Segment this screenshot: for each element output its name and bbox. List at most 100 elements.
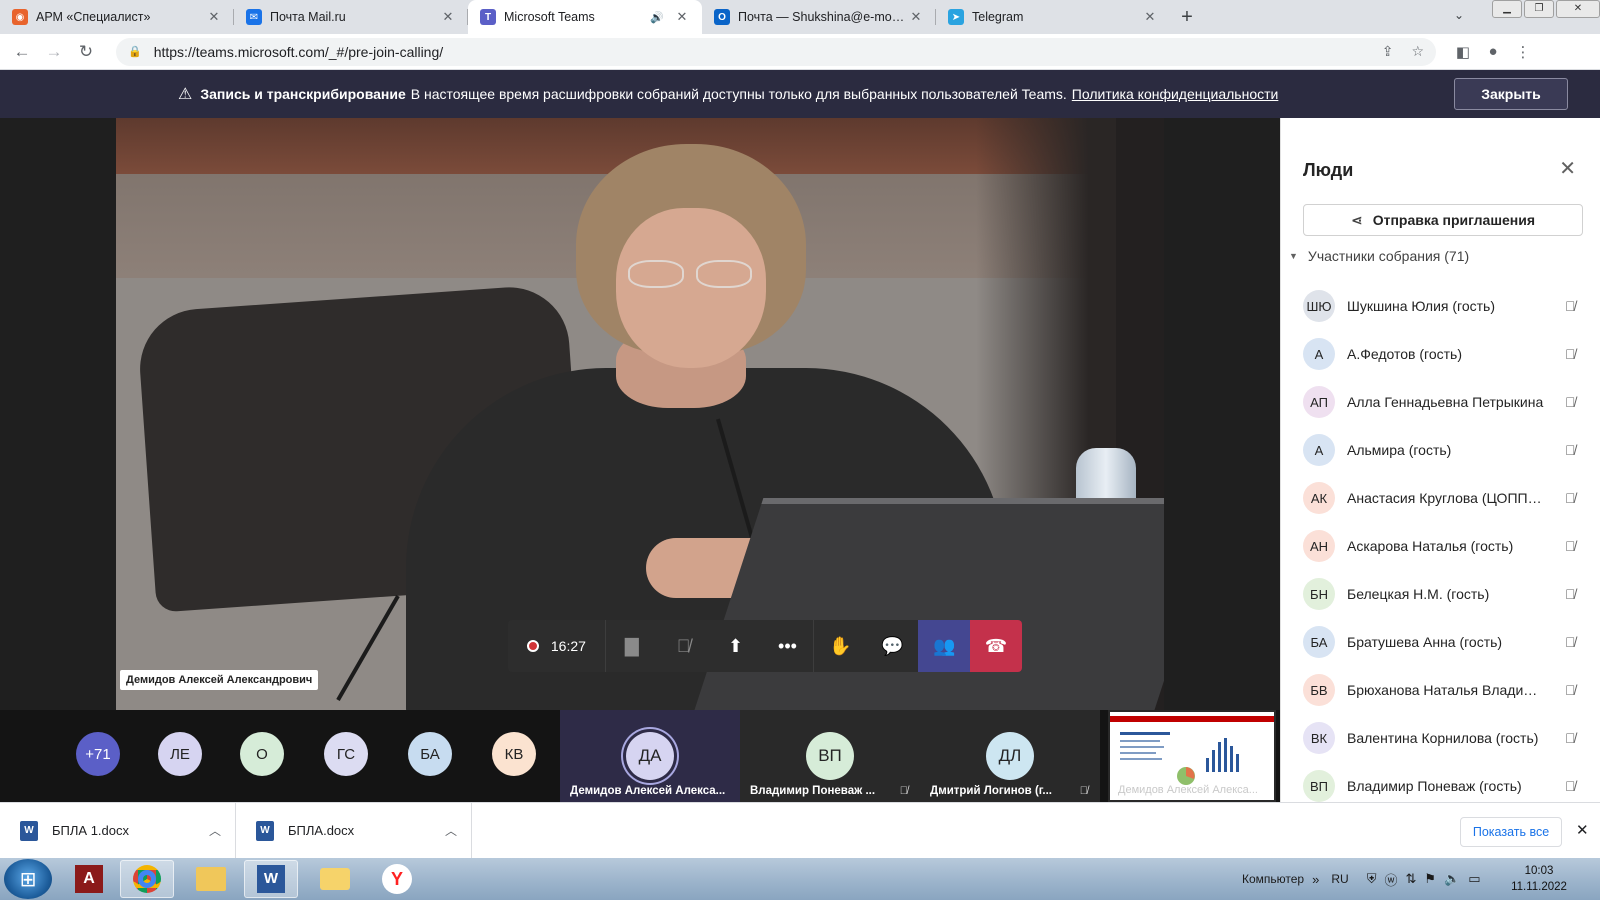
hang-up-icon: ☎ (984, 635, 1008, 656)
close-icon[interactable]: ✕ (206, 9, 222, 25)
tab-outlook-mail[interactable]: O Почта — Shukshina@e-mordovia ✕ (702, 0, 936, 34)
participant-avatar[interactable]: ГС (324, 732, 368, 776)
mic-off-icon: 🎙̸ (1079, 785, 1088, 797)
mic-off-icon: 🎙̸ (1565, 778, 1576, 794)
new-tab-button[interactable]: + (1170, 0, 1204, 34)
tab-search-chevron-icon[interactable]: ⌄ (1454, 8, 1464, 22)
taskbar-acrobat[interactable]: A (62, 860, 116, 898)
screen-share-tile[interactable]: Демидов Алексей Алекса... (1108, 710, 1276, 802)
participant-row[interactable]: АН Аскарова Наталья (гость) 🎙̸ (1303, 522, 1593, 570)
window-close-button[interactable]: ✕ (1556, 0, 1600, 18)
chat-button[interactable]: 💬 (866, 620, 918, 672)
tab-telegram[interactable]: ➤ Telegram ✕ (936, 0, 1170, 34)
tab-microsoft-teams[interactable]: T Microsoft Teams 🔊 ✕ (468, 0, 702, 34)
wiki-tray-icon[interactable]: ⓦ (1384, 870, 1397, 889)
call-timer: 16:27 (508, 620, 606, 672)
participant-avatar[interactable]: О (240, 732, 284, 776)
close-icon[interactable]: ✕ (1142, 9, 1158, 25)
participant-avatar: А (1303, 338, 1335, 370)
banner-text: В настоящее время расшифровки собраний д… (410, 86, 1067, 102)
people-button[interactable]: 👥 (918, 620, 971, 672)
url-text[interactable]: https://teams.microsoft.com/_#/pre-join-… (154, 44, 1364, 60)
more-actions-button[interactable]: ••• (762, 620, 814, 672)
participant-row[interactable]: А Альмира (гость) 🎙̸ (1303, 426, 1593, 474)
participant-avatar[interactable]: КВ (492, 732, 536, 776)
download-item[interactable]: W БПЛА.docx ︿ (236, 802, 472, 859)
taskbar-chrome[interactable] (120, 860, 174, 898)
participant-tile-active-speaker[interactable]: ДА Демидов Алексей Алекса... (560, 710, 740, 802)
participant-name: Брюханова Наталья Владимировна (1347, 682, 1545, 698)
camera-off-button[interactable]: ▇̸ (606, 620, 658, 672)
participant-tile[interactable]: ВП Владимир Поневаж ... 🎙̸ (740, 710, 920, 802)
participant-row[interactable]: БН Белецкая Н.М. (гость) 🎙̸ (1303, 570, 1593, 618)
tab-mail-ru[interactable]: ✉ Почта Mail.ru ✕ (234, 0, 468, 34)
raise-hand-button[interactable]: ✋ (814, 620, 866, 672)
participants-list: ШЮ Шукшина Юлия (гость) 🎙̸ А А.Федотов (гос… (1303, 282, 1593, 810)
speaker-icon[interactable]: 🔊 (650, 11, 664, 24)
taskbar-mail[interactable] (308, 860, 362, 898)
share-screen-button[interactable]: ⬆ (710, 620, 762, 672)
overflow-participants-button[interactable]: +71 (76, 732, 120, 776)
chevron-up-icon[interactable]: ︿ (431, 822, 471, 839)
taskbar-explorer[interactable] (184, 860, 238, 898)
lock-icon[interactable]: 🔒 (128, 45, 142, 58)
volume-icon[interactable]: 🔈 (1444, 871, 1460, 887)
tray-chevron-icon[interactable]: » (1312, 872, 1319, 887)
banner-title: Запись и транскрибирование (200, 86, 406, 102)
folder-icon (196, 867, 226, 891)
participant-avatar: ВП (1303, 770, 1335, 802)
close-downloads-icon[interactable]: ✕ (1576, 821, 1589, 839)
downloads-bar: W БПЛА 1.docx ︿ W БПЛА.docx ︿ Показать в… (0, 802, 1600, 859)
participant-avatar: АК (1303, 482, 1335, 514)
taskbar-yandex[interactable]: Y (370, 860, 424, 898)
participant-row[interactable]: А А.Федотов (гость) 🎙̸ (1303, 330, 1593, 378)
participant-row[interactable]: ВК Валентина Корнилова (гость) 🎙̸ (1303, 714, 1593, 762)
address-bar[interactable]: 🔒 https://teams.microsoft.com/_#/pre-joi… (116, 37, 1436, 66)
participant-row[interactable]: БА Братушева Анна (гость) 🎙̸ (1303, 618, 1593, 666)
profile-icon[interactable]: ● (1478, 43, 1508, 60)
show-all-downloads-button[interactable]: Показать все (1460, 817, 1562, 847)
participant-row[interactable]: АК Анастасия Круглова (ЦОПП гость) 🎙̸ (1303, 474, 1593, 522)
taskbar-word[interactable]: W (244, 860, 298, 898)
restore-button[interactable]: ❐ (1524, 0, 1554, 18)
participant-name: Братушева Анна (гость) (1347, 634, 1503, 650)
computer-label: Компьютер (1242, 872, 1305, 886)
bookmark-star-icon[interactable]: ☆ (1411, 43, 1424, 60)
tab-arm-specialist[interactable]: ◉ АРМ «Специалист» ✕ (0, 0, 234, 34)
close-icon[interactable]: ✕ (674, 9, 690, 25)
tile-name: Демидов Алексей Алекса... (1118, 784, 1258, 796)
close-panel-icon[interactable]: ✕ (1559, 156, 1576, 181)
minimize-button[interactable]: ▁ (1492, 0, 1522, 18)
participant-avatar[interactable]: ЛЕ (158, 732, 202, 776)
browser-menu-icon[interactable]: ⋮ (1508, 43, 1538, 61)
participant-row[interactable]: БВ Брюханова Наталья Владимировна 🎙̸ (1303, 666, 1593, 714)
participants-section-header[interactable]: ▼ Участники собрания (71) (1289, 248, 1469, 264)
leave-call-button[interactable]: ☎ (970, 620, 1022, 672)
participant-row[interactable]: АП Алла Геннадьевна Петрыкина 🎙̸ (1303, 378, 1593, 426)
close-icon[interactable]: ✕ (908, 9, 924, 25)
participant-avatar[interactable]: БА (408, 732, 452, 776)
flag-icon[interactable]: ⚑ (1424, 871, 1436, 887)
privacy-policy-link[interactable]: Политика конфиденциальности (1072, 86, 1279, 102)
participant-row[interactable]: ШЮ Шукшина Юлия (гость) 🎙̸ (1303, 282, 1593, 330)
tab-title: Microsoft Teams (504, 10, 595, 24)
share-icon[interactable]: ⇪ (1382, 43, 1394, 60)
start-button[interactable]: ⊞ (4, 859, 52, 899)
antivirus-icon[interactable]: ⛨ (1367, 871, 1377, 887)
monitor-icon[interactable]: ▭ (1468, 871, 1480, 887)
back-arrow-icon[interactable]: ← (6, 42, 38, 62)
close-icon[interactable]: ✕ (440, 9, 456, 25)
forward-arrow-icon[interactable]: → (38, 42, 70, 62)
download-item[interactable]: W БПЛА 1.docx ︿ (0, 802, 236, 859)
network-tray-icon[interactable]: ⇅ (1405, 871, 1416, 887)
microphone-mute-button[interactable]: 🎙̸ (658, 620, 710, 672)
send-invite-button[interactable]: ⋖ Отправка приглашения (1303, 204, 1583, 236)
banner-close-button[interactable]: Закрыть (1454, 78, 1568, 110)
reload-icon[interactable]: ↻ (70, 42, 102, 62)
chevron-up-icon[interactable]: ︿ (195, 822, 235, 839)
taskbar-clock[interactable]: 10:03 11.11.2022 (1504, 863, 1574, 895)
people-icon: 👥 (932, 635, 956, 656)
side-panel-icon[interactable]: ◧ (1448, 43, 1478, 61)
participant-tile[interactable]: ДЛ Дмитрий Логинов (г... 🎙̸ (920, 710, 1100, 802)
language-indicator[interactable]: RU (1331, 872, 1348, 886)
